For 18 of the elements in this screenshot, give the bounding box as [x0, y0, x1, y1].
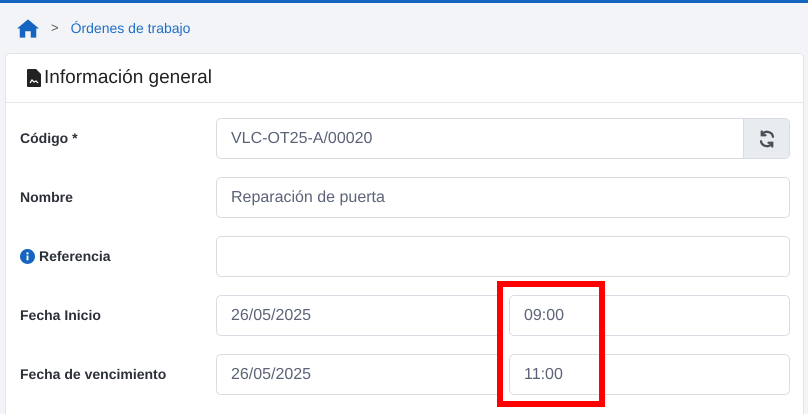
field-label: Referencia [39, 247, 111, 266]
card-title: Información general [44, 66, 212, 90]
info-icon [20, 249, 35, 264]
document-icon [27, 69, 41, 87]
input-field[interactable]: Reparación de puerta [216, 177, 790, 218]
refresh-button[interactable] [744, 118, 790, 159]
breadcrumb-separator: > [51, 19, 59, 38]
time-field[interactable]: 09:00 [509, 295, 790, 336]
field-label: Fecha de vencimiento [20, 365, 166, 384]
home-icon[interactable] [17, 18, 39, 38]
field-label: Fecha Inicio [20, 306, 101, 325]
field-label: Nombre [20, 188, 73, 207]
refresh-icon [758, 130, 776, 148]
input-field[interactable] [216, 236, 790, 277]
input-field[interactable]: VLC-OT25-A/00020 [216, 118, 744, 159]
field-label: Código * [20, 129, 78, 148]
time-field[interactable]: 11:00 [509, 354, 790, 395]
breadcrumb-link[interactable]: Órdenes de trabajo [70, 18, 190, 38]
